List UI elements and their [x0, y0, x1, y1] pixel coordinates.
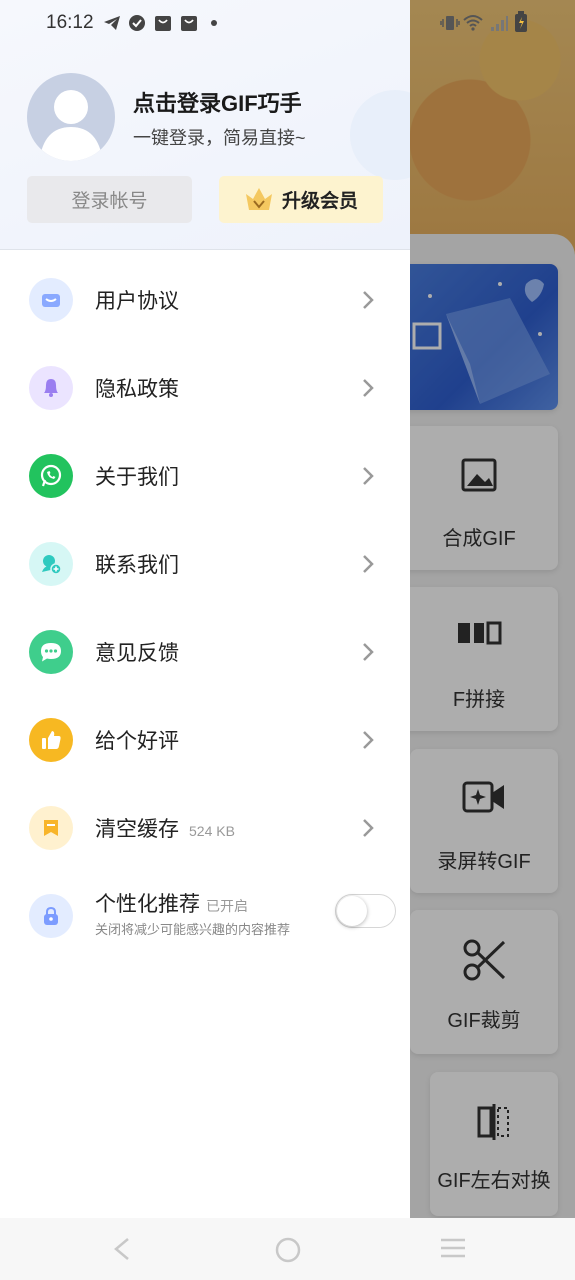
personalized-description: 关闭将减少可能感兴趣的内容推荐 [95, 922, 291, 937]
profile-subtitle: 一键登录，简易直接~ [133, 128, 306, 148]
menu-item-rate-app[interactable]: 给个好评 [0, 696, 410, 784]
system-nav-bar [0, 1218, 575, 1280]
chevron-right-icon [363, 731, 374, 749]
menu-item-label: 关于我们 [95, 466, 179, 489]
upgrade-vip-label: 升级会员 [281, 191, 358, 212]
user-avatar-icon [39, 90, 103, 161]
menu-item-label: 清空缓存 524 KB [95, 813, 235, 843]
signal-icon [491, 16, 508, 31]
thumbs-up-icon [29, 718, 73, 762]
shopping-bag-icon [181, 16, 197, 31]
status-bar: 16:12 [0, 0, 575, 48]
cache-size: 524 KB [189, 823, 235, 839]
whatsapp-icon [29, 454, 73, 498]
status-time: 16:12 [46, 12, 94, 33]
menu-item-label: 联系我们 [95, 554, 179, 577]
chevron-right-icon [363, 643, 374, 661]
personalized-label-text: 个性化推荐 [95, 893, 200, 916]
chevron-right-icon [363, 555, 374, 573]
bookmark-icon [29, 806, 73, 850]
bell-icon [29, 366, 73, 410]
home-icon[interactable] [274, 1236, 302, 1264]
crown-icon [245, 187, 272, 210]
menu-item-label: 用户协议 [95, 290, 179, 313]
shopping-bag-icon [155, 16, 171, 31]
menu-item-contact-us[interactable]: 联系我们 [0, 520, 410, 608]
mail-icon [29, 278, 73, 322]
telegram-icon [104, 16, 120, 30]
avatar[interactable] [27, 73, 115, 161]
back-icon[interactable] [110, 1236, 134, 1262]
chat-icon [29, 630, 73, 674]
login-button[interactable]: 登录帐号 [27, 176, 192, 223]
toggle-knob [337, 896, 367, 926]
chevron-right-icon [363, 467, 374, 485]
battery-icon [515, 11, 527, 32]
login-button-label: 登录帐号 [71, 191, 148, 212]
profile-title[interactable]: 点击登录GIF巧手 [133, 86, 302, 118]
menu-item-label: 意见反馈 [95, 642, 179, 665]
personalized-toggle[interactable] [335, 894, 396, 928]
menu-item-user-agreement[interactable]: 用户协议 [0, 256, 410, 344]
lock-icon [29, 894, 73, 938]
menu-item-label: 给个好评 [95, 730, 179, 753]
menu-item-feedback[interactable]: 意见反馈 [0, 608, 410, 696]
upgrade-vip-button[interactable]: 升级会员 [219, 176, 383, 223]
menu-item-label-text: 清空缓存 [95, 818, 179, 841]
vibrate-icon [440, 16, 460, 30]
menu-lines-icon[interactable] [439, 1236, 467, 1260]
chevron-right-icon [363, 291, 374, 309]
wifi-icon [463, 15, 483, 31]
drawer-menu: 用户协议 隐私政策 关于我们 联系我们 意见反馈 给个好评 清空缓存 524 K… [0, 256, 410, 960]
chevron-right-icon [363, 379, 374, 397]
navigation-drawer: 点击登录GIF巧手 一键登录，简易直接~ 登录帐号 升级会员 用户协议 隐私政策 [0, 0, 410, 1218]
personalized-label: 个性化推荐 已开启 [95, 888, 248, 918]
contact-icon [29, 542, 73, 586]
chevron-right-icon [363, 819, 374, 837]
menu-item-about-us[interactable]: 关于我们 [0, 432, 410, 520]
menu-item-privacy-policy[interactable]: 隐私政策 [0, 344, 410, 432]
check-circle-icon [129, 15, 145, 31]
notification-dot-icon [211, 20, 217, 26]
menu-item-label: 隐私政策 [95, 378, 179, 401]
personalized-status: 已开启 [206, 898, 248, 914]
decorative-circle [350, 90, 410, 180]
menu-item-personalized-recommendation: 个性化推荐 已开启 关闭将减少可能感兴趣的内容推荐 [0, 872, 410, 960]
menu-item-clear-cache[interactable]: 清空缓存 524 KB [0, 784, 410, 872]
